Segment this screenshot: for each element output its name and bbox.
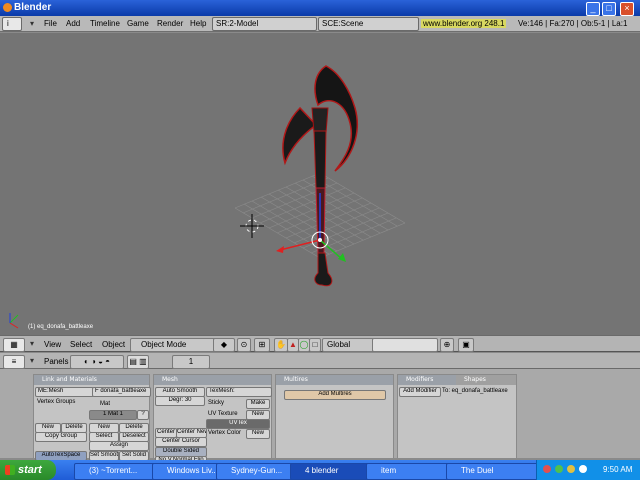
context-tabs[interactable]: ◐ ◑ ◒ ◓ — [70, 355, 124, 369]
windows-logo-icon — [5, 465, 15, 475]
tray-icon[interactable] — [543, 465, 551, 473]
panel-title[interactable]: Link and Materials — [34, 375, 149, 385]
panels-menu[interactable]: Panels — [44, 357, 68, 366]
system-tray: 9:50 AM — [536, 460, 640, 480]
sticky-make-button[interactable]: Make — [246, 399, 270, 409]
draw-type-icon[interactable]: ◆ — [213, 338, 235, 352]
info-header: i ▾ File Add Timeline Game Render Help S… — [0, 16, 640, 32]
task-item[interactable]: item — [366, 463, 458, 480]
render-icon[interactable]: ▣ — [458, 338, 474, 352]
3d-cursor-icon — [240, 214, 264, 238]
buttons-editor-icon[interactable]: ≡ — [3, 355, 25, 369]
scene-stats: Ve:146 | Fa:270 | Ob:5-1 | La:1 — [518, 19, 628, 28]
vertex-color-label: Vertex Color — [208, 430, 242, 436]
add-modifier-button[interactable]: Add Modifier — [399, 387, 441, 397]
viewport-canvas — [9, 65, 406, 329]
task-the-duel[interactable]: The Duel — [446, 463, 550, 480]
menu-help[interactable]: Help — [190, 19, 206, 28]
screen-selector[interactable]: SR:2-Model — [212, 17, 317, 31]
scene-selector[interactable]: SCE:Scene — [318, 17, 419, 31]
multires-panel: Multires Add Multires — [275, 374, 394, 459]
vertex-color-new-button[interactable]: New — [246, 429, 270, 439]
window-title: Blender — [14, 2, 52, 13]
lock-icon[interactable]: ⊕ — [440, 338, 454, 352]
mesh-datablock-field[interactable]: ME:Mesh — [35, 387, 94, 397]
degr-field[interactable]: Degr: 30 — [155, 396, 205, 406]
task-blender[interactable]: 4 blender — [290, 463, 378, 480]
buttons-header: ≡ ▾ Panels ◐ ◑ ◒ ◓ ▤ ▥ 1 — [0, 353, 640, 369]
panel-title[interactable]: Multires — [276, 375, 393, 385]
task-sydney[interactable]: Sydney-Gun... — [216, 463, 300, 480]
3d-viewport[interactable]: (1) eq_donafa_battleaxe — [0, 33, 640, 335]
blender-icon — [3, 3, 12, 12]
maximize-button[interactable]: □ — [602, 2, 616, 16]
blender-url[interactable]: www.blender.org 248.1 — [421, 19, 507, 28]
view3d-header: ▦ ▾ View Select Object Object Mode ◆ ⊙ ⊞… — [0, 335, 640, 352]
frame-value: 1 — [188, 357, 194, 366]
pivot-icon[interactable]: ⊙ — [237, 338, 251, 352]
panel-title[interactable]: Mesh — [154, 375, 271, 385]
close-button[interactable]: × — [620, 2, 634, 16]
mat-label: Mat — [100, 401, 111, 407]
scene-field-label: SCE:Scene — [322, 19, 364, 28]
center-cursor-button[interactable]: Center Cursor — [155, 437, 207, 447]
material-index-field[interactable]: 1 Mat 1 — [89, 410, 137, 420]
layer-buttons[interactable] — [372, 338, 438, 352]
clock: 9:50 AM — [603, 465, 633, 474]
texmesh-field[interactable]: TexMesh: — [206, 387, 272, 397]
object-name-field[interactable]: F donafa_battleaxe — [92, 387, 151, 397]
hand-icon[interactable]: ✋ — [274, 338, 288, 352]
window-titlebar: Blender _ □ × — [0, 0, 640, 16]
layer-lock-icon[interactable]: ⊞ — [254, 338, 270, 352]
volume-icon[interactable] — [579, 465, 587, 473]
tray-icon[interactable] — [567, 465, 575, 473]
axis-gizmo-icon — [9, 313, 19, 329]
battleaxe-model — [282, 65, 359, 287]
orientation-selector[interactable]: Global — [322, 338, 374, 352]
material-assign-button[interactable]: Assign — [89, 441, 149, 451]
editor-type-icon[interactable]: ▦ — [3, 338, 25, 352]
menu-view[interactable]: View — [44, 340, 61, 349]
active-object-label: (1) eq_donafa_battleaxe — [28, 324, 94, 330]
link-materials-panel: Link and Materials ME:Mesh F donafa_batt… — [33, 374, 151, 461]
uvtex-layer[interactable]: UVTex — [206, 419, 270, 429]
frame-field[interactable]: 1 — [172, 355, 210, 369]
orientation-label: Global — [327, 340, 351, 349]
menu-select[interactable]: Select — [70, 340, 92, 349]
shapes-tab[interactable]: Shapes — [456, 375, 516, 385]
menu-render[interactable]: Render — [157, 19, 183, 28]
collapse-icon[interactable]: ▾ — [30, 356, 34, 365]
menu-timeline[interactable]: Timeline — [90, 19, 120, 28]
menu-game[interactable]: Game — [127, 19, 149, 28]
mesh-panel: Mesh Auto Smooth Degr: 30 TexMesh: Stick… — [153, 374, 272, 466]
scale-icon[interactable]: □ — [309, 338, 321, 352]
mode-label: Object Mode — [141, 340, 187, 349]
material-query-button[interactable]: ? — [137, 410, 149, 420]
sticky-label: Sticky — [208, 400, 225, 406]
subcontext-tabs[interactable]: ▤ ▥ — [127, 355, 149, 369]
window-type-icon[interactable]: i — [2, 17, 22, 31]
menu-file[interactable]: File — [44, 19, 57, 28]
tray-icon[interactable] — [555, 465, 563, 473]
collapse-icon[interactable]: ▾ — [30, 19, 34, 28]
modifier-target-label: To: eq_donafa_battleaxe — [442, 388, 508, 394]
screen-field-label: SR:2-Model — [216, 19, 259, 28]
vertex-groups-label: Vertex Groups — [37, 399, 76, 405]
menu-add[interactable]: Add — [66, 19, 80, 28]
add-multires-button[interactable]: Add Multires — [284, 390, 386, 400]
buttons-window: Link and Materials ME:Mesh F donafa_batt… — [0, 369, 640, 466]
uv-texture-label: UV Texture — [208, 411, 238, 417]
minimize-button[interactable]: _ — [586, 2, 600, 16]
panel-title[interactable]: Modifiers — [398, 375, 456, 385]
modifiers-panel: Modifiers Shapes Add Modifier To: eq_don… — [397, 374, 517, 459]
start-button[interactable]: start — [0, 460, 56, 480]
menu-object[interactable]: Object — [102, 340, 125, 349]
collapse-icon[interactable]: ▾ — [30, 339, 34, 348]
start-label: start — [18, 464, 42, 476]
copy-group-button[interactable]: Copy Group — [35, 432, 87, 442]
mode-selector[interactable]: Object Mode — [130, 338, 220, 352]
